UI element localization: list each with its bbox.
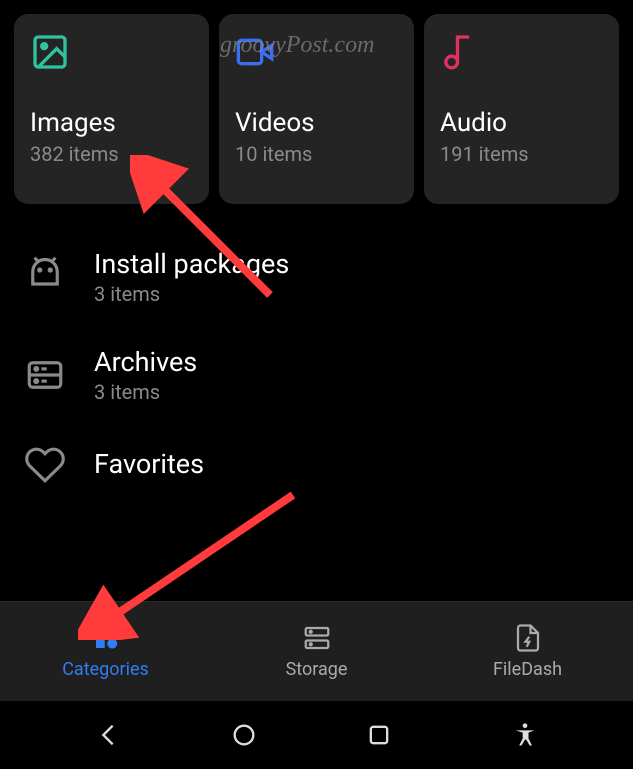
card-audio[interactable]: Audio 191 items (424, 14, 619, 204)
accessibility-button[interactable] (511, 721, 539, 749)
list-title: Archives (94, 346, 609, 378)
storage-icon (302, 623, 332, 653)
list-item-archives[interactable]: Archives 3 items (0, 326, 633, 424)
nav-label: FileDash (493, 659, 562, 680)
category-list: Install packages 3 items Archives 3 item… (0, 218, 633, 486)
home-button[interactable] (230, 721, 258, 749)
categories-icon (91, 623, 121, 653)
card-title: Audio (440, 108, 603, 138)
image-icon (30, 32, 70, 72)
category-cards: Images 382 items Videos 10 items Audio 1… (0, 0, 633, 218)
card-count: 10 items (235, 142, 398, 166)
nav-storage[interactable]: Storage (211, 602, 422, 701)
card-videos[interactable]: Videos 10 items (219, 14, 414, 204)
archive-icon (24, 354, 66, 396)
filedash-icon (513, 623, 543, 653)
nav-label: Categories (62, 659, 149, 680)
list-title: Install packages (94, 248, 609, 280)
card-images[interactable]: Images 382 items (14, 14, 209, 204)
system-nav (0, 701, 633, 769)
back-button[interactable] (94, 721, 122, 749)
list-item-install-packages[interactable]: Install packages 3 items (0, 228, 633, 326)
card-count: 191 items (440, 142, 603, 166)
list-count: 3 items (94, 380, 609, 404)
nav-filedash[interactable]: FileDash (422, 602, 633, 701)
card-title: Videos (235, 108, 398, 138)
nav-label: Storage (286, 659, 348, 680)
recents-button[interactable] (365, 721, 393, 749)
heart-icon (24, 444, 66, 486)
nav-categories[interactable]: Categories (0, 602, 211, 701)
card-title: Images (30, 108, 193, 138)
audio-icon (440, 32, 480, 72)
list-count: 3 items (94, 282, 609, 306)
bottom-nav: Categories Storage FileDash (0, 601, 633, 701)
android-icon (24, 256, 66, 298)
list-title: Favorites (94, 448, 609, 480)
card-count: 382 items (30, 142, 193, 166)
list-item-favorites[interactable]: Favorites (0, 424, 633, 486)
video-icon (235, 32, 275, 72)
